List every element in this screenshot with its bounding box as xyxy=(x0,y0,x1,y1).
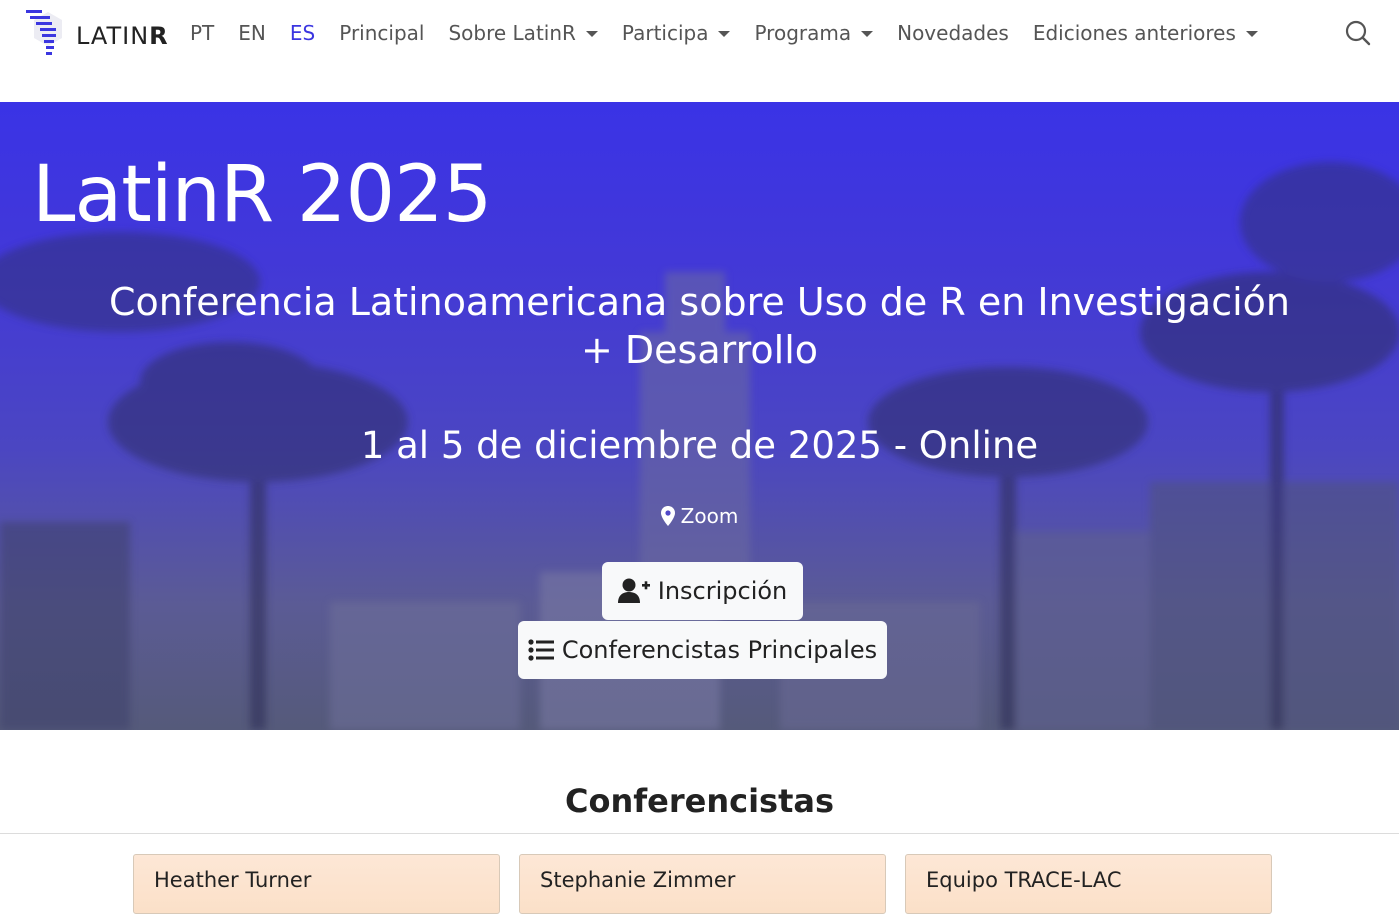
top-navbar: LATINR PT EN ES Principal Sobre LatinR P… xyxy=(0,0,1399,102)
nav-ediciones-anteriores-label: Ediciones anteriores xyxy=(1032,21,1236,45)
hero-title: LatinR 2025 xyxy=(32,150,492,240)
nav-sobre-latinr-dropdown[interactable]: Sobre LatinR xyxy=(448,21,598,45)
search-button[interactable] xyxy=(1344,19,1372,47)
nav-novedades[interactable]: Novedades xyxy=(897,21,1009,45)
lang-pt-link[interactable]: PT xyxy=(190,21,214,45)
hero-location: Zoom xyxy=(0,504,1399,528)
nav-participa-dropdown[interactable]: Participa xyxy=(622,21,731,45)
nav-principal-label: Principal xyxy=(339,21,425,45)
hero-banner: LatinR 2025 Conferencia Latinoamericana … xyxy=(0,102,1399,730)
speaker-card[interactable]: Heather Turner xyxy=(133,854,500,914)
caret-down-icon xyxy=(861,31,874,37)
lang-es-link[interactable]: ES xyxy=(290,21,315,45)
speakers-section-title: Conferencistas xyxy=(564,782,835,820)
nav-participa-label: Participa xyxy=(621,21,709,45)
latinr-logo-icon xyxy=(26,10,62,55)
speaker-name: Equipo TRACE-LAC xyxy=(926,868,1122,892)
nav-programa-label: Programa xyxy=(754,21,852,45)
section-divider xyxy=(0,833,1399,834)
keynote-speakers-button-label: Conferencistas Principales xyxy=(561,636,878,664)
map-marker-icon xyxy=(660,506,675,526)
logo-wordmark: LATINR xyxy=(76,22,169,50)
nav-sobre-latinr-label: Sobre LatinR xyxy=(448,21,576,45)
caret-down-icon xyxy=(585,31,598,37)
nav-programa-dropdown[interactable]: Programa xyxy=(754,21,874,45)
keynote-speakers-button[interactable]: Conferencistas Principales xyxy=(518,621,887,679)
speaker-card[interactable]: Stephanie Zimmer xyxy=(519,854,886,914)
user-plus-icon xyxy=(617,578,650,603)
speaker-name: Stephanie Zimmer xyxy=(540,868,736,892)
caret-down-icon xyxy=(1245,31,1258,37)
search-icon xyxy=(1345,20,1371,46)
nav-principal[interactable]: Principal xyxy=(339,21,424,45)
latinr-logo[interactable]: LATINR xyxy=(26,8,176,58)
nav-menu: PT EN ES Principal Sobre LatinR Particip… xyxy=(190,20,1282,46)
speaker-name: Heather Turner xyxy=(154,868,312,892)
hero-location-label: Zoom xyxy=(680,504,739,528)
register-button-label: Inscripción xyxy=(657,577,788,605)
nav-ediciones-anteriores-dropdown[interactable]: Ediciones anteriores xyxy=(1033,21,1258,45)
caret-down-icon xyxy=(718,31,731,37)
lang-en-link[interactable]: EN xyxy=(238,21,266,45)
hero-date: 1 al 5 de diciembre de 2025 - Online xyxy=(360,424,1039,467)
nav-novedades-label: Novedades xyxy=(897,21,1009,45)
hero-subtitle: Conferencia Latinoamericana sobre Uso de… xyxy=(109,280,1290,372)
register-button[interactable]: Inscripción xyxy=(602,562,803,620)
list-icon xyxy=(528,639,554,661)
speaker-card[interactable]: Equipo TRACE-LAC xyxy=(905,854,1272,914)
